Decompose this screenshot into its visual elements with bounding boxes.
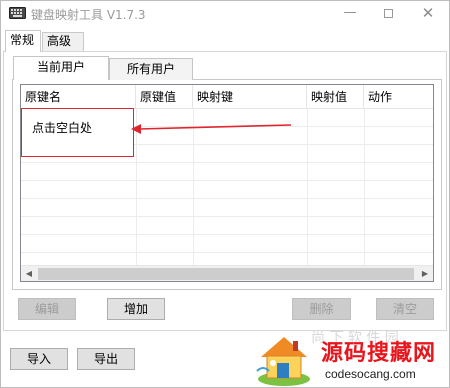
tab-current-user[interactable]: 当前用户 (13, 56, 109, 80)
add-button[interactable]: 增加 (107, 298, 165, 320)
export-button[interactable]: 导出 (77, 348, 135, 370)
chevron-right-icon[interactable]: ▶ (417, 266, 433, 281)
annotation-text: 点击空白处 (32, 121, 93, 135)
watermark: 尚 下 软 件 园 源码搜藏网 codesocang.com (251, 327, 450, 388)
maximize-button[interactable] (369, 2, 407, 26)
window-title: 键盘映射工具 V1.7.3 (31, 8, 146, 22)
annotation-arrow-icon (131, 124, 292, 134)
column-header-mapped-key[interactable]: 映射键 (193, 85, 307, 109)
empty-row[interactable] (21, 217, 433, 235)
empty-row[interactable] (21, 163, 433, 181)
maximize-icon (383, 9, 393, 18)
annotation-box: 点击空白处 (21, 108, 134, 157)
column-header-action[interactable]: 动作 (364, 85, 433, 109)
delete-button[interactable]: 删除 (292, 298, 351, 320)
list-header: 原键名 原键值 映射键 映射值 动作 (21, 85, 433, 109)
column-divider (364, 109, 365, 265)
minimize-button[interactable]: — (331, 2, 369, 26)
column-header-mapped-value[interactable]: 映射值 (307, 85, 364, 109)
close-button[interactable]: ✕ (409, 2, 447, 26)
empty-row[interactable] (21, 181, 433, 199)
tab-general[interactable]: 常规 (5, 30, 41, 52)
keyboard-icon (9, 7, 26, 19)
empty-row[interactable] (21, 199, 433, 217)
title-bar[interactable]: 键盘映射工具 V1.7.3 — ✕ (1, 1, 449, 27)
app-window: 键盘映射工具 V1.7.3 — ✕ 常规 高级 当前用户 所有用户 原键名 原键… (0, 0, 450, 388)
watermark-url: codesocang.com (325, 367, 416, 381)
chevron-left-icon[interactable]: ◀ (21, 266, 37, 281)
column-header-original-key-value[interactable]: 原键值 (136, 85, 193, 109)
column-header-original-key-name[interactable]: 原键名 (21, 85, 136, 109)
scrollbar-thumb[interactable] (38, 268, 414, 280)
import-button[interactable]: 导入 (10, 348, 68, 370)
house-logo-icon (256, 337, 310, 386)
tab-all-users[interactable]: 所有用户 (109, 58, 193, 80)
edit-button[interactable]: 编辑 (18, 298, 76, 320)
column-divider (307, 109, 308, 265)
empty-row[interactable] (21, 235, 433, 253)
tab-advanced[interactable]: 高级 (42, 32, 84, 51)
clear-button[interactable]: 清空 (376, 298, 434, 320)
watermark-title: 源码搜藏网 (321, 341, 437, 366)
horizontal-scrollbar[interactable]: ◀ ▶ (21, 265, 433, 281)
